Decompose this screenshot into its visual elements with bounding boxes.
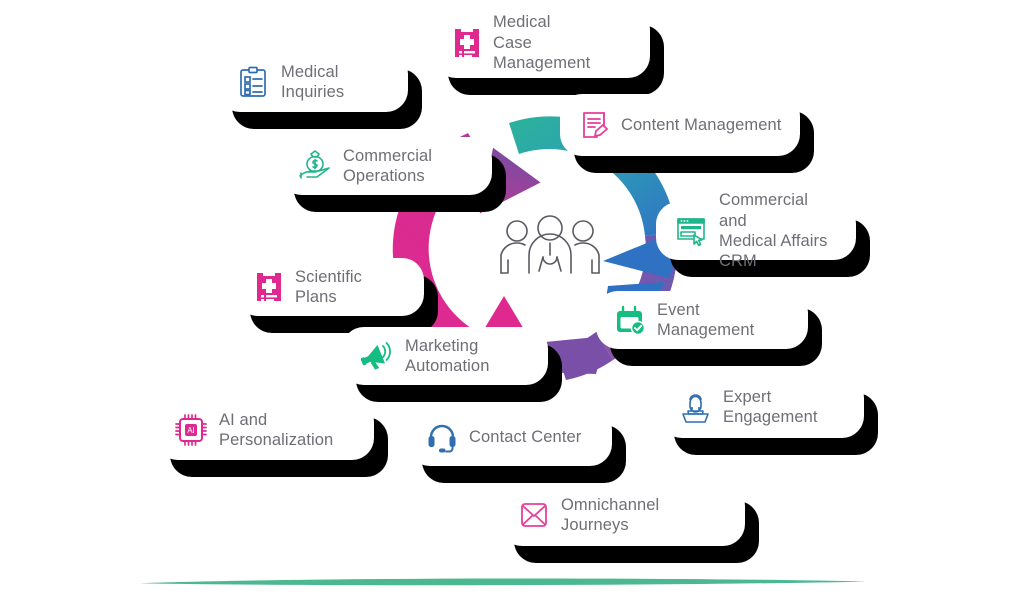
megaphone-icon <box>360 340 394 372</box>
card-label: Event Management <box>657 300 755 339</box>
people-group-icon <box>500 215 600 274</box>
card-omnichannel-journeys[interactable]: Omnichannel Journeys <box>500 484 745 546</box>
card-label: Medical Inquiries <box>281 62 345 101</box>
speaker-podium-icon <box>678 391 712 423</box>
document-pencil-icon <box>578 109 610 141</box>
headset-icon <box>426 421 458 453</box>
card-label: Content Management <box>621 115 782 134</box>
card-content-management[interactable]: Content Management <box>560 94 800 156</box>
money-bag-hand-icon <box>298 150 332 182</box>
card-scientific-plans[interactable]: Scientific Plans <box>236 258 424 316</box>
card-expert-engagement[interactable]: Expert Engagement <box>660 376 864 438</box>
card-marketing-automation[interactable]: Marketing Automation <box>342 327 548 385</box>
card-contact-center[interactable]: Contact Center <box>408 408 612 466</box>
browser-form-cursor-icon <box>674 215 708 247</box>
card-ai-personalization[interactable]: AI AI and Personalization <box>156 400 374 460</box>
calendar-check-icon <box>614 304 646 336</box>
card-medical-inquiries[interactable]: Medical Inquiries <box>218 52 408 112</box>
card-label: Omnichannel Journeys <box>561 495 660 534</box>
card-crm[interactable]: Commercial and Medical Affairs CRM <box>656 191 856 270</box>
footer-bar <box>140 568 866 596</box>
card-label: Marketing Automation <box>405 336 490 375</box>
envelope-icon <box>518 500 550 530</box>
card-label: Expert Engagement <box>723 387 818 426</box>
svg-text:AI: AI <box>187 426 195 435</box>
card-label: Commercial Operations <box>343 146 433 185</box>
card-medical-case[interactable]: Medical Case Management <box>434 8 650 78</box>
card-label: Contact Center <box>469 427 582 446</box>
card-label: Medical Case Management <box>493 13 591 73</box>
ai-chip-icon: AI <box>174 413 208 447</box>
card-commercial-operations[interactable]: Commercial Operations <box>280 137 492 195</box>
footer-accent-line <box>140 578 866 586</box>
card-event-management[interactable]: Event Management <box>596 291 808 349</box>
card-label: AI and Personalization <box>219 410 334 449</box>
medical-record-cross-icon <box>452 26 482 60</box>
card-label: Scientific Plans <box>295 267 363 306</box>
card-label: Commercial and Medical Affairs CRM <box>719 191 828 271</box>
diagram-canvas: Medical Inquiries Medical Case Managemen… <box>0 0 1024 600</box>
medical-record-cross-icon <box>254 270 284 304</box>
clipboard-checklist-icon <box>236 65 270 99</box>
